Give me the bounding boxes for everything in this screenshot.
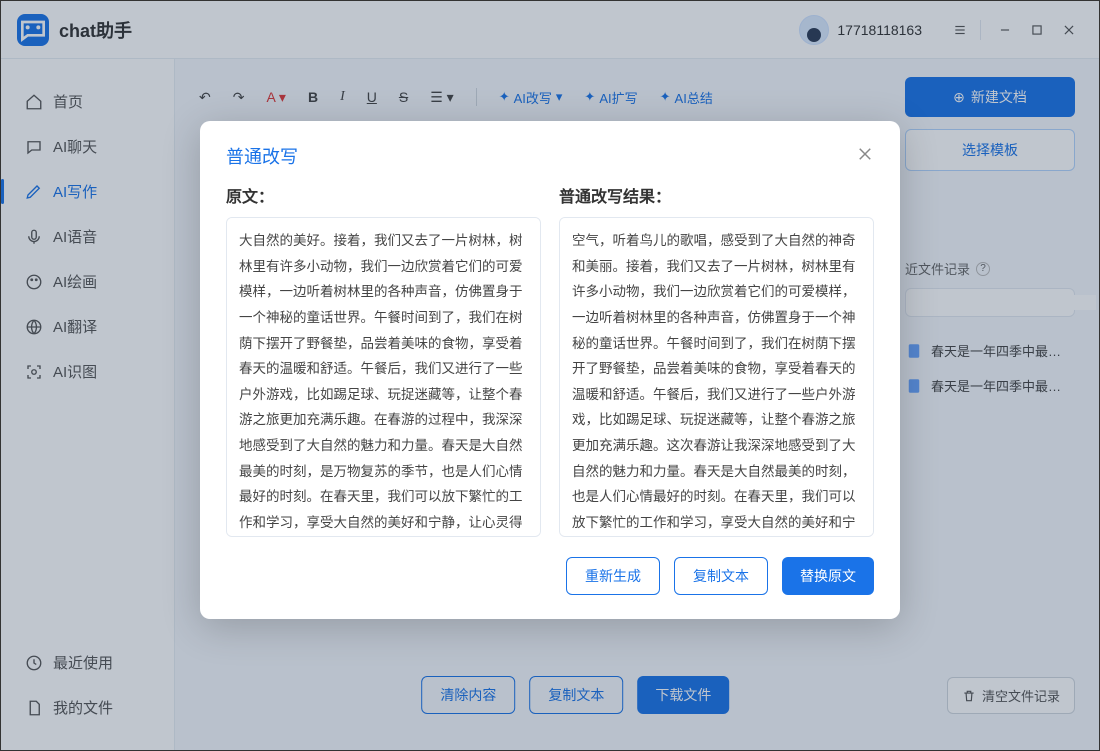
close-icon[interactable] (856, 145, 874, 168)
result-text-label: 普通改写结果： (559, 183, 874, 207)
replace-original-button[interactable]: 替换原文 (782, 557, 874, 595)
rewrite-modal: 普通改写 原文： 大自然的美好。接着，我们又去了一片树林，树林里有许多小动物，我… (200, 121, 900, 619)
copy-result-button[interactable]: 复制文本 (674, 557, 768, 595)
original-text-label: 原文： (226, 183, 541, 207)
result-text-box[interactable]: 空气，听着鸟儿的歌唱，感受到了大自然的神奇和美丽。接着，我们又去了一片树林，树林… (559, 217, 874, 537)
original-text-box[interactable]: 大自然的美好。接着，我们又去了一片树林，树林里有许多小动物，我们一边欣赏着它们的… (226, 217, 541, 537)
regenerate-button[interactable]: 重新生成 (566, 557, 660, 595)
modal-overlay: 普通改写 原文： 大自然的美好。接着，我们又去了一片树林，树林里有许多小动物，我… (1, 1, 1099, 750)
modal-title: 普通改写 (226, 143, 298, 169)
